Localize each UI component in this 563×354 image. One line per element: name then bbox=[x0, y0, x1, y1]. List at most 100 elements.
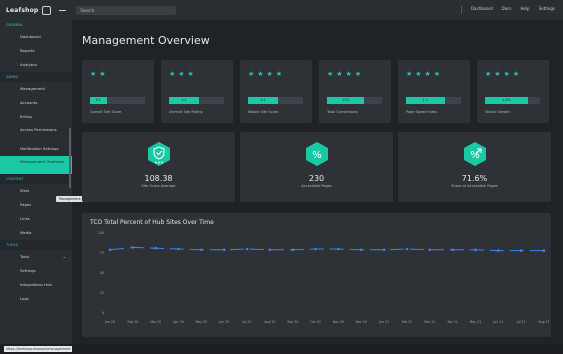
data-point[interactable] bbox=[359, 248, 363, 252]
star-rating-icon: ★★★★ bbox=[485, 70, 523, 78]
sidebar-scrollbar[interactable] bbox=[69, 128, 71, 188]
progress-bar: 4.9% bbox=[485, 97, 540, 104]
sidebar-section-title: Admin bbox=[0, 72, 72, 82]
card-label: Mobile Site Score bbox=[248, 110, 279, 114]
x-tick-label: May 20 bbox=[196, 320, 208, 324]
data-point[interactable] bbox=[542, 249, 546, 252]
data-point[interactable] bbox=[405, 247, 409, 251]
x-tick-label: Feb 20 bbox=[127, 320, 138, 324]
y-tick-label: 75 bbox=[100, 251, 104, 255]
sidebar-item-settings[interactable]: Settings bbox=[0, 264, 72, 278]
data-point[interactable] bbox=[497, 249, 500, 252]
y-tick-label: 50 bbox=[100, 271, 104, 275]
progress-fill: 1.2 bbox=[406, 97, 445, 104]
data-point[interactable] bbox=[382, 248, 386, 252]
app-window: Leafshop Search Dashboard Docs Help Sett… bbox=[0, 0, 563, 354]
progress-bar: 12% bbox=[327, 97, 382, 104]
data-point[interactable] bbox=[268, 248, 272, 252]
star-rating-icon: ★★★ bbox=[169, 70, 197, 78]
top-link-docs[interactable]: Docs bbox=[502, 6, 512, 14]
x-tick-label: Apr 20 bbox=[173, 320, 184, 324]
search-input[interactable]: Search bbox=[76, 5, 177, 15]
data-point[interactable] bbox=[519, 249, 523, 252]
data-point[interactable] bbox=[200, 248, 203, 252]
x-tick-label: Jan 20 bbox=[104, 320, 115, 324]
sidebar-item-accounts[interactable]: Accounts bbox=[0, 96, 72, 110]
y-tick-label: 0 bbox=[102, 311, 104, 315]
progress-bar: 4.1 bbox=[169, 97, 224, 104]
chevron-down-icon: ⌄ bbox=[62, 254, 66, 259]
kpi-label: Site Score Average bbox=[141, 184, 176, 188]
data-point[interactable] bbox=[451, 248, 454, 252]
kpi-label: Accessible Pages bbox=[301, 184, 332, 188]
data-point[interactable] bbox=[474, 248, 477, 252]
top-link-dashboard[interactable]: Dashboard bbox=[471, 6, 493, 14]
sidebar-item-management-overview[interactable]: Management Overview bbox=[0, 156, 72, 174]
progress-fill: 12% bbox=[327, 97, 365, 104]
progress-fill: 4.1 bbox=[169, 97, 200, 104]
sidebar-item-reports[interactable]: Reports bbox=[0, 44, 72, 58]
star-rating-icon: ★★★★ bbox=[248, 70, 286, 78]
star-rating-icon: ★★ bbox=[90, 70, 109, 78]
x-tick-label: Nov 20 bbox=[333, 320, 344, 324]
data-point[interactable] bbox=[154, 246, 157, 250]
logo-icon bbox=[42, 5, 52, 15]
data-point[interactable] bbox=[428, 248, 432, 252]
data-point[interactable] bbox=[108, 248, 112, 252]
data-point[interactable] bbox=[131, 246, 135, 249]
x-tick-label: Sep 20 bbox=[287, 320, 298, 324]
series-line bbox=[109, 246, 544, 252]
card-label: Internal Site Rating bbox=[169, 110, 203, 114]
shield-star-icon: ★★★ bbox=[147, 142, 170, 166]
sidebar-item-notification-settings[interactable]: Notification Settings bbox=[0, 142, 72, 156]
kpi-label: Share of Accessible Pages bbox=[451, 184, 498, 188]
card-label: Overall Site Score bbox=[90, 110, 122, 114]
sidebar-item-media[interactable]: Media bbox=[0, 226, 72, 240]
x-tick-label: Jan 21 bbox=[378, 320, 389, 324]
x-tick-label: Jul 21 bbox=[516, 320, 526, 324]
sidebar-item-billing[interactable]: Billing bbox=[0, 110, 72, 124]
data-point[interactable] bbox=[222, 248, 226, 252]
sidebar-item-integrations[interactable]: Integrations Hub bbox=[0, 278, 72, 292]
x-tick-label: Oct 20 bbox=[310, 320, 321, 324]
sidebar-section-title: General bbox=[6, 23, 23, 27]
sidebar-item-label: Tools bbox=[20, 254, 30, 259]
rating-card: ★★ 5.1 Overall Site Score bbox=[82, 60, 154, 123]
sidebar-item-access-permissions[interactable]: Access Permissions bbox=[0, 124, 72, 142]
data-point[interactable] bbox=[291, 248, 295, 252]
data-point[interactable] bbox=[177, 247, 180, 251]
kpi-value: 108.38 bbox=[144, 174, 173, 183]
sidebar-item-dashboard[interactable]: Dashboard bbox=[0, 30, 72, 44]
rating-card: ★★★★ 1.2 Page Speed Index bbox=[398, 60, 470, 123]
progress-bar: 1.2 bbox=[406, 97, 461, 104]
kpi-value: 230 bbox=[308, 174, 325, 183]
menu-icon[interactable] bbox=[59, 9, 67, 11]
rating-card: ★★★★ 4.9% Visitor Growth bbox=[477, 60, 549, 123]
x-tick-label: Apr 21 bbox=[447, 320, 458, 324]
top-bar: Leafshop Search Dashboard Docs Help Sett… bbox=[0, 0, 563, 20]
progress-fill: 4.9% bbox=[485, 97, 528, 104]
data-point[interactable] bbox=[314, 247, 317, 251]
sidebar-item-links[interactable]: Links bbox=[0, 212, 72, 226]
x-tick-label: Feb 21 bbox=[402, 320, 413, 324]
progress-bar: 4.1 bbox=[248, 97, 303, 104]
chart-panel: TCO Total Percent of Hub Sites Over Time… bbox=[82, 213, 551, 337]
sidebar-item-tools[interactable]: Tools ⌄ bbox=[0, 250, 72, 264]
card-label: Total Conversions bbox=[327, 110, 358, 114]
card-label: Visitor Growth bbox=[485, 110, 510, 114]
x-tick-label: Mar 21 bbox=[424, 320, 435, 324]
x-tick-label: Aug 20 bbox=[264, 320, 275, 324]
top-link-help[interactable]: Help bbox=[520, 6, 529, 14]
star-rating-icon: ★★★★ bbox=[327, 70, 365, 78]
sidebar-item-logs[interactable]: Logs bbox=[0, 292, 72, 306]
main-content: Management Overview ★★ 5.1 Overall Site Sc… bbox=[72, 20, 563, 344]
sidebar-section-title: Content bbox=[0, 174, 72, 184]
top-link-settings[interactable]: Settings bbox=[539, 6, 555, 14]
sidebar-item-analytics[interactable]: Analytics bbox=[0, 58, 72, 72]
kpi-card: ★★★ 108.38 Site Score Average bbox=[82, 132, 235, 202]
brand-name[interactable]: Leafshop bbox=[6, 7, 38, 14]
star-rating-icon: ★★★★ bbox=[406, 70, 444, 78]
sidebar-item-management[interactable]: Management bbox=[0, 82, 72, 96]
data-point[interactable] bbox=[337, 247, 340, 251]
data-point[interactable] bbox=[245, 247, 249, 251]
